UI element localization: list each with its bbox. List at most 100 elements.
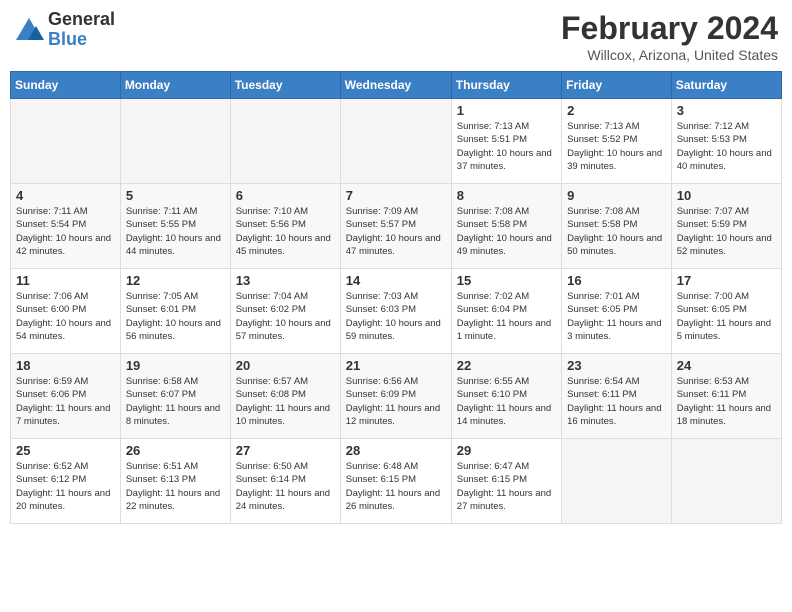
day-number: 15	[457, 273, 556, 288]
calendar-cell: 1 Sunrise: 7:13 AM Sunset: 5:51 PM Daylig…	[451, 99, 561, 184]
day-info: Sunrise: 7:06 AM Sunset: 6:00 PM Dayligh…	[16, 290, 115, 343]
day-info: Sunrise: 6:52 AM Sunset: 6:12 PM Dayligh…	[16, 460, 115, 513]
logo-icon	[14, 16, 44, 44]
calendar-cell: 4 Sunrise: 7:11 AM Sunset: 5:54 PM Daylig…	[11, 184, 121, 269]
calendar-cell: 22 Sunrise: 6:55 AM Sunset: 6:10 PM Dayli…	[451, 354, 561, 439]
calendar-cell: 27Sunrise: 6:50 AM Sunset: 6:14 PM Dayli…	[230, 439, 340, 524]
calendar-cell	[340, 99, 451, 184]
day-number: 25	[16, 443, 115, 458]
month-title: February 2024	[561, 10, 778, 47]
weekday-header-monday: Monday	[120, 72, 230, 99]
calendar-cell: 16 Sunrise: 7:01 AM Sunset: 6:05 PM Dayli…	[562, 269, 672, 354]
calendar-cell: 11 Sunrise: 7:06 AM Sunset: 6:00 PM Dayli…	[11, 269, 121, 354]
day-number: 10	[677, 188, 776, 203]
logo-blue-text: Blue	[48, 30, 115, 50]
weekday-header-wednesday: Wednesday	[340, 72, 451, 99]
day-info: Sunrise: 7:05 AM Sunset: 6:01 PM Dayligh…	[126, 290, 225, 343]
day-info: Sunrise: 6:51 AM Sunset: 6:13 PM Dayligh…	[126, 460, 225, 513]
calendar-cell: 28 Sunrise: 6:48 AM Sunset: 6:15 PM Dayli…	[340, 439, 451, 524]
calendar-cell: 25 Sunrise: 6:52 AM Sunset: 6:12 PM Dayli…	[11, 439, 121, 524]
week-row-3: 11 Sunrise: 7:06 AM Sunset: 6:00 PM Dayli…	[11, 269, 782, 354]
day-info: Sunrise: 6:53 AM Sunset: 6:11 PM Dayligh…	[677, 375, 776, 428]
day-info: Sunrise: 7:07 AM Sunset: 5:59 PM Dayligh…	[677, 205, 776, 258]
day-info: Sunrise: 6:48 AM Sunset: 6:15 PM Dayligh…	[346, 460, 446, 513]
day-info: Sunrise: 6:56 AM Sunset: 6:09 PM Dayligh…	[346, 375, 446, 428]
day-info: Sunrise: 7:02 AM Sunset: 6:04 PM Dayligh…	[457, 290, 556, 343]
weekday-header-sunday: Sunday	[11, 72, 121, 99]
day-number: 12	[126, 273, 225, 288]
calendar-cell: 15 Sunrise: 7:02 AM Sunset: 6:04 PM Dayli…	[451, 269, 561, 354]
day-info: Sunrise: 7:08 AM Sunset: 5:58 PM Dayligh…	[567, 205, 666, 258]
calendar-cell: 14Sunrise: 7:03 AM Sunset: 6:03 PM Dayli…	[340, 269, 451, 354]
day-number: 18	[16, 358, 115, 373]
day-info: Sunrise: 6:59 AM Sunset: 6:06 PM Dayligh…	[16, 375, 115, 428]
day-info: Sunrise: 7:12 AM Sunset: 5:53 PM Dayligh…	[677, 120, 776, 173]
calendar-cell	[562, 439, 672, 524]
day-info: Sunrise: 7:13 AM Sunset: 5:52 PM Dayligh…	[567, 120, 666, 173]
day-number: 22	[457, 358, 556, 373]
week-row-1: 1 Sunrise: 7:13 AM Sunset: 5:51 PM Daylig…	[11, 99, 782, 184]
day-number: 6	[236, 188, 335, 203]
day-number: 11	[16, 273, 115, 288]
calendar-table: SundayMondayTuesdayWednesdayThursdayFrid…	[10, 71, 782, 524]
day-number: 24	[677, 358, 776, 373]
day-info: Sunrise: 7:03 AM Sunset: 6:03 PM Dayligh…	[346, 290, 446, 343]
calendar-cell: 26Sunrise: 6:51 AM Sunset: 6:13 PM Dayli…	[120, 439, 230, 524]
day-number: 29	[457, 443, 556, 458]
title-block: February 2024 Willcox, Arizona, United S…	[561, 10, 778, 63]
day-number: 4	[16, 188, 115, 203]
calendar-cell: 21 Sunrise: 6:56 AM Sunset: 6:09 PM Dayli…	[340, 354, 451, 439]
day-info: Sunrise: 6:55 AM Sunset: 6:10 PM Dayligh…	[457, 375, 556, 428]
calendar-cell: 2 Sunrise: 7:13 AM Sunset: 5:52 PM Daylig…	[562, 99, 672, 184]
day-number: 5	[126, 188, 225, 203]
weekday-header-friday: Friday	[562, 72, 672, 99]
week-row-4: 18 Sunrise: 6:59 AM Sunset: 6:06 PM Dayli…	[11, 354, 782, 439]
day-number: 9	[567, 188, 666, 203]
day-info: Sunrise: 6:47 AM Sunset: 6:15 PM Dayligh…	[457, 460, 556, 513]
calendar-cell: 9 Sunrise: 7:08 AM Sunset: 5:58 PM Daylig…	[562, 184, 672, 269]
calendar-cell: 23Sunrise: 6:54 AM Sunset: 6:11 PM Dayli…	[562, 354, 672, 439]
day-info: Sunrise: 7:11 AM Sunset: 5:55 PM Dayligh…	[126, 205, 225, 258]
day-number: 7	[346, 188, 446, 203]
day-info: Sunrise: 6:57 AM Sunset: 6:08 PM Dayligh…	[236, 375, 335, 428]
day-number: 20	[236, 358, 335, 373]
day-number: 3	[677, 103, 776, 118]
day-number: 23	[567, 358, 666, 373]
day-info: Sunrise: 7:09 AM Sunset: 5:57 PM Dayligh…	[346, 205, 446, 258]
week-row-5: 25 Sunrise: 6:52 AM Sunset: 6:12 PM Dayli…	[11, 439, 782, 524]
day-info: Sunrise: 7:01 AM Sunset: 6:05 PM Dayligh…	[567, 290, 666, 343]
day-info: Sunrise: 7:11 AM Sunset: 5:54 PM Dayligh…	[16, 205, 115, 258]
day-number: 21	[346, 358, 446, 373]
logo: General Blue	[14, 10, 115, 50]
weekday-header-saturday: Saturday	[671, 72, 781, 99]
calendar-cell: 29 Sunrise: 6:47 AM Sunset: 6:15 PM Dayli…	[451, 439, 561, 524]
location: Willcox, Arizona, United States	[561, 47, 778, 63]
day-info: Sunrise: 7:10 AM Sunset: 5:56 PM Dayligh…	[236, 205, 335, 258]
calendar-cell: 10 Sunrise: 7:07 AM Sunset: 5:59 PM Dayli…	[671, 184, 781, 269]
calendar-cell	[11, 99, 121, 184]
week-row-2: 4 Sunrise: 7:11 AM Sunset: 5:54 PM Daylig…	[11, 184, 782, 269]
day-info: Sunrise: 7:08 AM Sunset: 5:58 PM Dayligh…	[457, 205, 556, 258]
day-number: 2	[567, 103, 666, 118]
calendar-cell: 19 Sunrise: 6:58 AM Sunset: 6:07 PM Dayli…	[120, 354, 230, 439]
day-number: 19	[126, 358, 225, 373]
calendar-cell: 13 Sunrise: 7:04 AM Sunset: 6:02 PM Dayli…	[230, 269, 340, 354]
weekday-header-tuesday: Tuesday	[230, 72, 340, 99]
day-number: 13	[236, 273, 335, 288]
weekday-header-row: SundayMondayTuesdayWednesdayThursdayFrid…	[11, 72, 782, 99]
calendar-cell	[120, 99, 230, 184]
day-number: 16	[567, 273, 666, 288]
day-info: Sunrise: 6:50 AM Sunset: 6:14 PM Dayligh…	[236, 460, 335, 513]
day-number: 1	[457, 103, 556, 118]
calendar-cell: 18 Sunrise: 6:59 AM Sunset: 6:06 PM Dayli…	[11, 354, 121, 439]
day-number: 17	[677, 273, 776, 288]
calendar-cell: 20 Sunrise: 6:57 AM Sunset: 6:08 PM Dayli…	[230, 354, 340, 439]
day-info: Sunrise: 7:13 AM Sunset: 5:51 PM Dayligh…	[457, 120, 556, 173]
calendar-cell: 12 Sunrise: 7:05 AM Sunset: 6:01 PM Dayli…	[120, 269, 230, 354]
day-info: Sunrise: 6:58 AM Sunset: 6:07 PM Dayligh…	[126, 375, 225, 428]
day-number: 28	[346, 443, 446, 458]
calendar-cell: 7 Sunrise: 7:09 AM Sunset: 5:57 PM Daylig…	[340, 184, 451, 269]
weekday-header-thursday: Thursday	[451, 72, 561, 99]
day-info: Sunrise: 7:04 AM Sunset: 6:02 PM Dayligh…	[236, 290, 335, 343]
calendar-cell	[671, 439, 781, 524]
